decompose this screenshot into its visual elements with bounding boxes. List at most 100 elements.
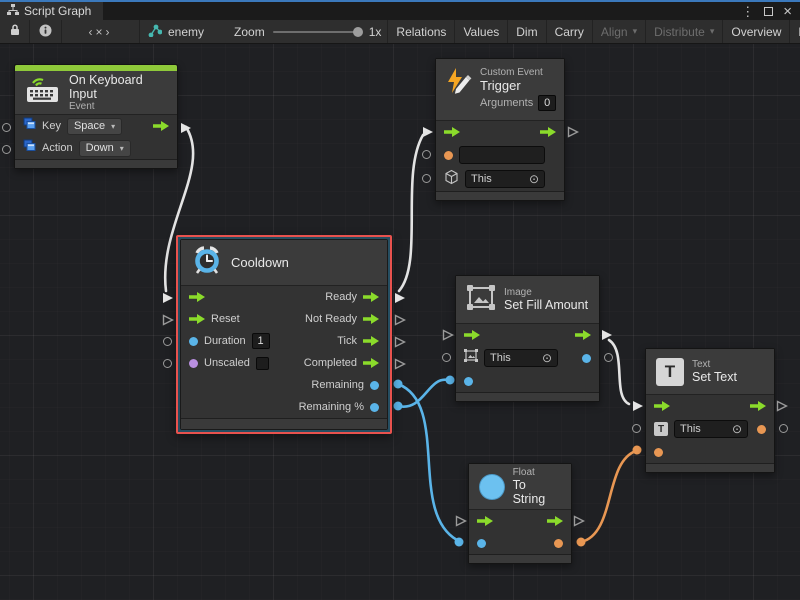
control-input-port[interactable]	[477, 516, 493, 526]
enum-icon	[23, 117, 36, 135]
key-dropdown[interactable]: Space	[67, 118, 122, 135]
control-output-port[interactable]	[153, 121, 169, 131]
target-input-marker[interactable]	[632, 424, 641, 433]
node-on-keyboard-input[interactable]: On Keyboard Input Event Key Space Action	[14, 64, 178, 169]
remaining-pct-output-port[interactable]	[370, 403, 379, 412]
arguments-field[interactable]: 0	[538, 95, 556, 111]
notready-output-marker[interactable]	[394, 314, 406, 326]
values-button[interactable]: Values	[455, 20, 508, 43]
notready-output-port[interactable]	[363, 314, 379, 324]
control-output-port[interactable]	[575, 330, 591, 340]
unscaled-input-port[interactable]	[189, 359, 198, 368]
tick-output-port[interactable]	[363, 336, 379, 346]
reset-input-port[interactable]	[189, 314, 205, 324]
control-output-port[interactable]	[540, 127, 556, 137]
control-row	[456, 324, 599, 346]
node-set-fill-amount[interactable]: Image Set Fill Amount This⊙	[455, 275, 600, 402]
duration-field[interactable]: 1	[252, 333, 270, 349]
string-output-port[interactable]	[554, 539, 563, 548]
reset-port-label: Reset	[211, 313, 240, 325]
graph-hierarchy-icon	[7, 4, 19, 19]
target-field[interactable]: This⊙	[674, 420, 748, 438]
tick-output-marker[interactable]	[394, 336, 406, 348]
reset-input-marker[interactable]	[162, 314, 174, 326]
string-input-port[interactable]	[444, 151, 453, 160]
window-close-icon[interactable]: ×	[783, 4, 792, 19]
info-icon	[39, 24, 52, 40]
control-output-marker[interactable]	[776, 400, 788, 412]
control-input-marker[interactable]	[632, 400, 644, 412]
code-view-button[interactable]: ‹×›	[62, 20, 140, 43]
fullscreen-button[interactable]: Full Screen	[790, 20, 800, 43]
node-set-text[interactable]: T Text Set Text T This⊙	[645, 348, 775, 473]
target-icon: ⊙	[732, 422, 742, 436]
fill-amount-row	[456, 370, 599, 392]
ready-output-port[interactable]	[363, 292, 379, 302]
control-output-marker[interactable]	[601, 329, 613, 341]
align-button[interactable]: Align	[593, 20, 646, 43]
text-output-marker[interactable]	[779, 424, 788, 433]
name-input-marker[interactable]	[422, 150, 431, 159]
event-name-field[interactable]	[459, 146, 545, 164]
completed-output-port[interactable]	[363, 358, 379, 368]
text-input-port[interactable]	[654, 448, 663, 457]
node-cooldown[interactable]: Cooldown Ready Reset Not Ready	[176, 235, 392, 434]
control-output-port[interactable]	[547, 516, 563, 526]
enter-input-marker[interactable]	[162, 292, 174, 304]
tab-script-graph[interactable]: Script Graph	[0, 2, 103, 20]
zoom-slider[interactable]	[273, 31, 361, 33]
relations-button[interactable]: Relations	[387, 20, 455, 43]
window-menu-icon[interactable]: ⋮	[741, 5, 754, 18]
notready-port-label: Not Ready	[305, 313, 357, 325]
fill-amount-input-port[interactable]	[464, 377, 473, 386]
arguments-label: Arguments	[480, 97, 533, 109]
zoom-slider-handle[interactable]	[353, 27, 363, 37]
text-output-port[interactable]	[757, 425, 766, 434]
control-input-port[interactable]	[444, 127, 460, 137]
image-output-port[interactable]	[582, 354, 591, 363]
control-output-port[interactable]	[750, 401, 766, 411]
overview-button[interactable]: Overview	[723, 20, 790, 43]
lock-icon	[9, 23, 21, 40]
action-input-port[interactable]	[2, 145, 11, 154]
dim-button[interactable]: Dim	[508, 20, 546, 43]
action-port-label: Action	[42, 142, 73, 154]
unscaled-input-marker[interactable]	[163, 359, 172, 368]
key-input-port[interactable]	[2, 123, 11, 132]
duration-input-port[interactable]	[189, 337, 198, 346]
duration-input-marker[interactable]	[163, 337, 172, 346]
info-button[interactable]	[30, 20, 62, 43]
code-icon: ‹×›	[89, 25, 113, 39]
target-input-marker[interactable]	[422, 174, 431, 183]
node-footer	[15, 159, 177, 168]
control-output-marker[interactable]	[567, 126, 579, 138]
node-trigger-custom-event[interactable]: Custom Event Trigger Arguments 0	[435, 58, 565, 201]
node-to-string[interactable]: Float To String	[468, 463, 572, 564]
ready-output-marker[interactable]	[394, 292, 406, 304]
control-output-marker[interactable]	[573, 515, 585, 527]
graph-breadcrumb[interactable]: enemy	[140, 20, 214, 43]
target-field[interactable]: This⊙	[484, 349, 558, 367]
gameobject-cube-icon	[444, 169, 459, 190]
control-input-port[interactable]	[654, 401, 670, 411]
distribute-button[interactable]: Distribute	[646, 20, 723, 43]
control-output-marker[interactable]	[180, 122, 192, 134]
node-footer	[456, 392, 599, 401]
node-title: Trigger	[480, 78, 556, 93]
control-input-marker[interactable]	[455, 515, 467, 527]
float-input-port[interactable]	[477, 539, 486, 548]
control-input-marker[interactable]	[422, 126, 434, 138]
target-field[interactable]: This⊙	[465, 170, 545, 188]
lock-button[interactable]	[0, 20, 30, 43]
window-maximize-icon[interactable]	[764, 7, 773, 16]
unscaled-checkbox[interactable]	[256, 357, 269, 370]
carry-button[interactable]: Carry	[547, 20, 593, 43]
completed-output-marker[interactable]	[394, 358, 406, 370]
control-input-port[interactable]	[464, 330, 480, 340]
remaining-output-port[interactable]	[370, 381, 379, 390]
action-dropdown[interactable]: Down	[79, 140, 131, 157]
image-output-marker[interactable]	[604, 353, 613, 362]
control-input-marker[interactable]	[442, 329, 454, 341]
target-input-marker[interactable]	[442, 353, 451, 362]
control-input-port[interactable]	[189, 292, 205, 302]
